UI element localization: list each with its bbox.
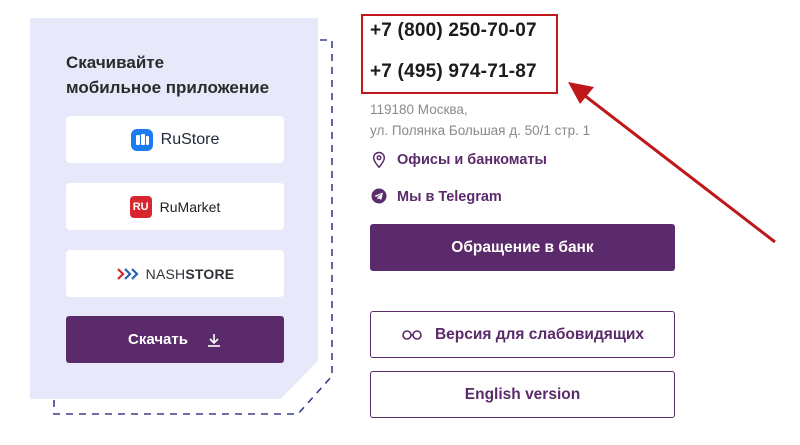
- accessibility-label: Версия для слабовидящих: [434, 325, 645, 343]
- accessibility-version-button[interactable]: Версия для слабовидящих: [370, 311, 675, 358]
- bank-address: 119180 Москва, ул. Полянка Большая д. 50…: [370, 99, 590, 141]
- offices-atms-link[interactable]: Офисы и банкоматы: [371, 151, 547, 169]
- nashstore-label: NASHSTORE: [146, 266, 235, 282]
- telegram-label: Мы в Telegram: [397, 189, 502, 205]
- rustore-label: RuStore: [160, 130, 220, 148]
- glasses-icon: [401, 329, 423, 341]
- nashstore-label-prefix: NASH: [145, 265, 186, 282]
- app-section-title: Скачивайте мобильное приложение: [66, 50, 306, 100]
- rumarket-label: RuMarket: [159, 198, 221, 215]
- english-version-button[interactable]: English version: [370, 371, 675, 418]
- rumarket-icon: RU: [129, 195, 152, 218]
- download-label: Скачать: [128, 331, 188, 348]
- address-line1: 119180 Москва,: [370, 102, 468, 117]
- app-title-line1: Скачивайте: [66, 53, 165, 72]
- download-icon: [206, 332, 222, 348]
- phone-number-moscow[interactable]: +7 (495) 974-71-87: [370, 61, 537, 83]
- download-app-button[interactable]: Скачать: [66, 316, 284, 363]
- address-line2: ул. Полянка Большая д. 50/1 стр. 1: [370, 123, 591, 138]
- offices-atms-label: Офисы и банкоматы: [397, 152, 547, 168]
- telegram-icon: [371, 188, 387, 206]
- rumarket-button[interactable]: RU RuMarket: [66, 183, 284, 230]
- nashstore-button[interactable]: NASHSTORE: [66, 250, 284, 297]
- location-pin-icon: [371, 151, 387, 169]
- nashstore-label-suffix: STORE: [185, 265, 235, 282]
- telegram-link[interactable]: Мы в Telegram: [371, 188, 502, 206]
- annotation-arrow-icon: [568, 82, 776, 244]
- rustore-button[interactable]: RuStore: [66, 116, 284, 163]
- app-title-line2: мобильное приложение: [66, 78, 270, 97]
- contact-bank-button[interactable]: Обращение в банк: [370, 224, 675, 271]
- nashstore-icon: [116, 267, 144, 281]
- rustore-icon: [130, 128, 153, 151]
- phone-number-primary[interactable]: +7 (800) 250-70-07: [370, 20, 537, 42]
